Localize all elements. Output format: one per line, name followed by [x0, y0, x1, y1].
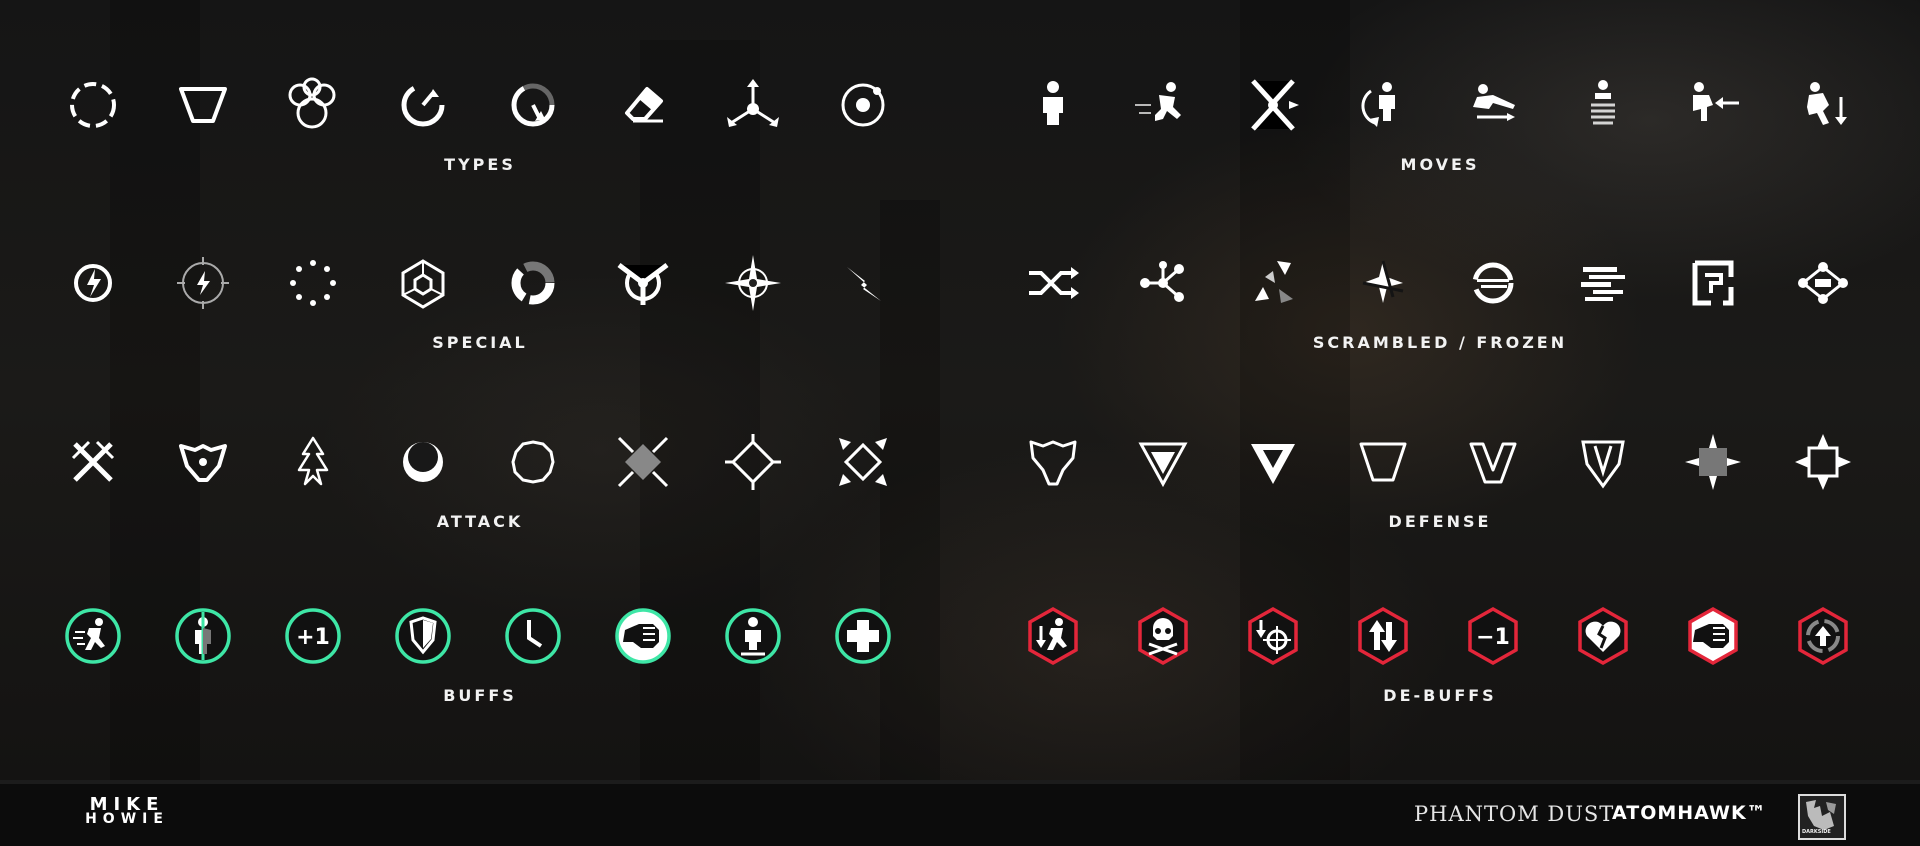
tri-blade-icon[interactable]	[608, 248, 678, 318]
clock-icon[interactable]	[498, 601, 568, 671]
running-figure-icon[interactable]	[58, 601, 128, 671]
spiked-frame-icon[interactable]	[828, 427, 898, 497]
scrambled-network-icon[interactable]	[1788, 248, 1858, 318]
rough-circle-icon[interactable]	[498, 427, 568, 497]
scrambled-frozen-section: SCRAMBLED / FROZEN	[1000, 248, 1880, 428]
dash-figure-icon[interactable]	[1128, 70, 1198, 140]
trapezoid-outline-icon[interactable]	[1348, 427, 1418, 497]
lightning-crosshair-icon[interactable]	[168, 248, 238, 318]
standing-figure-icon[interactable]	[1018, 70, 1088, 140]
down-triangle-icon[interactable]	[1238, 427, 1308, 497]
debuffs-section: −1 DE-BUFFS	[1000, 601, 1880, 781]
up-arrow-cycle-icon[interactable]	[1788, 601, 1858, 671]
spiked-frame-shield-icon[interactable]	[1788, 427, 1858, 497]
node-network-icon[interactable]	[1128, 248, 1198, 318]
up-down-arrows-icon[interactable]	[1348, 601, 1418, 671]
footer-bar: MIKE HOWIE PHANTOM DUST ATOMHAWK™ DARKSI…	[0, 780, 1920, 846]
eraser-icon[interactable]	[608, 70, 678, 140]
plus-cross-icon[interactable]	[828, 601, 898, 671]
section-label-buffs: BUFFS	[443, 686, 517, 705]
artist-logo: MIKE HOWIE	[72, 794, 182, 827]
split-figure-icon[interactable]	[168, 601, 238, 671]
section-label-moves: MOVES	[1400, 155, 1480, 174]
four-point-star-icon[interactable]	[718, 248, 788, 318]
clockwise-gauge-icon[interactable]	[388, 70, 458, 140]
skull-crossbones-icon[interactable]	[1128, 601, 1198, 671]
spiked-square-icon[interactable]	[1678, 427, 1748, 497]
section-label-types: TYPES	[444, 155, 516, 174]
crossed-swords-icon[interactable]	[58, 427, 128, 497]
dotted-ring-icon[interactable]	[278, 248, 348, 318]
glitch-lines-icon[interactable]	[1568, 248, 1638, 318]
broken-heart-icon[interactable]	[1568, 601, 1638, 671]
lightning-disc-icon[interactable]	[58, 248, 128, 318]
artist-name-line1: MIKE	[89, 794, 165, 815]
shattered-star-icon[interactable]	[1348, 248, 1418, 318]
broken-frame-icon[interactable]	[1678, 248, 1748, 318]
dashed-circle-icon[interactable]	[58, 70, 128, 140]
orbit-icon[interactable]	[828, 70, 898, 140]
pointed-shield-icon[interactable]	[1568, 427, 1638, 497]
section-label-special: SPECIAL	[432, 333, 528, 352]
diamond-spikes-icon[interactable]	[608, 427, 678, 497]
arrowhead-tree-icon[interactable]	[278, 427, 348, 497]
section-label-attack: ATTACK	[436, 512, 524, 531]
types-section: TYPES	[40, 70, 920, 250]
fist-hand-icon[interactable]	[608, 601, 678, 671]
horned-skull-icon[interactable]	[168, 427, 238, 497]
publisher-logo-text: DARKSIDE	[1802, 829, 1831, 835]
bubble-cluster-icon[interactable]	[278, 70, 348, 140]
slide-figure-icon[interactable]	[1458, 70, 1528, 140]
shield-icon[interactable]	[388, 601, 458, 671]
section-label-defense: DEFENSE	[1388, 512, 1492, 531]
thorned-shield-icon[interactable]	[1018, 427, 1088, 497]
x-jump-figure-icon[interactable]	[1238, 70, 1308, 140]
special-section: SPECIAL	[40, 248, 920, 428]
defense-section: DEFENSE	[1000, 427, 1880, 607]
plus-one-icon[interactable]: +1	[278, 601, 348, 671]
inverted-trapezoid-icon[interactable]	[168, 70, 238, 140]
minus-one-icon[interactable]: −1	[1458, 601, 1528, 671]
studio-logo: ATOMHAWK™	[1612, 802, 1767, 824]
buffs-section: +1 BUFFS	[40, 601, 920, 781]
plus-one-text: +1	[296, 625, 330, 650]
down-target-icon[interactable]	[1238, 601, 1308, 671]
shuffle-icon[interactable]	[1018, 248, 1088, 318]
knockback-figure-icon[interactable]	[1678, 70, 1748, 140]
section-label-scrambled-frozen: SCRAMBLED / FROZEN	[1312, 333, 1568, 352]
artist-name-line2: HOWIE	[85, 811, 169, 827]
phase-figure-icon[interactable]	[1568, 70, 1638, 140]
minus-one-text: −1	[1476, 625, 1510, 650]
glitch-cycle-icon[interactable]	[1458, 248, 1528, 318]
shard-burst-icon[interactable]	[1238, 248, 1308, 318]
down-triangle-badge-icon[interactable]	[1128, 427, 1198, 497]
hex-cube-icon[interactable]	[388, 248, 458, 318]
diamond-cross-icon[interactable]	[718, 427, 788, 497]
counterclockwise-gauge-icon[interactable]	[498, 70, 568, 140]
raised-figure-icon[interactable]	[718, 601, 788, 671]
moves-section: MOVES	[1000, 70, 1880, 250]
publisher-logo: DARKSIDE	[1798, 794, 1846, 840]
section-label-de-buffs: DE-BUFFS	[1383, 686, 1497, 705]
crescent-icon[interactable]	[388, 427, 458, 497]
spin-figure-icon[interactable]	[1348, 70, 1418, 140]
fist-hand-icon[interactable]	[1678, 601, 1748, 671]
attack-section: ATTACK	[40, 427, 920, 607]
v-shield-icon[interactable]	[1458, 427, 1528, 497]
slowed-runner-icon[interactable]	[1018, 601, 1088, 671]
tri-arrow-icon[interactable]	[718, 70, 788, 140]
game-title-logo: PHANTOM DUST	[1414, 802, 1615, 826]
segmented-ring-icon[interactable]	[498, 248, 568, 318]
lightning-bolt-icon[interactable]	[828, 248, 898, 318]
fall-figure-icon[interactable]	[1788, 70, 1858, 140]
